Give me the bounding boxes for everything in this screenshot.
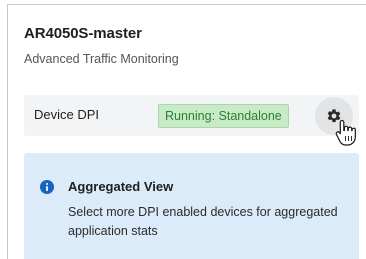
device-card: AR4050S-master Advanced Traffic Monitori… <box>0 0 366 259</box>
hand-pointer-cursor-icon <box>335 119 356 146</box>
device-subtitle: Advanced Traffic Monitoring <box>24 52 179 66</box>
info-text: Select more DPI enabled devices for aggr… <box>68 205 338 238</box>
info-title: Aggregated View <box>68 179 174 194</box>
dpi-status-badge: Running: Standalone <box>158 104 289 128</box>
info-circle-icon <box>40 180 54 194</box>
device-dpi-row: Device DPI Running: Standalone <box>24 95 359 136</box>
aggregated-view-info-box: Aggregated View Select more DPI enabled … <box>24 153 359 259</box>
device-dpi-label: Device DPI <box>34 107 100 122</box>
device-name: AR4050S-master <box>24 25 142 42</box>
